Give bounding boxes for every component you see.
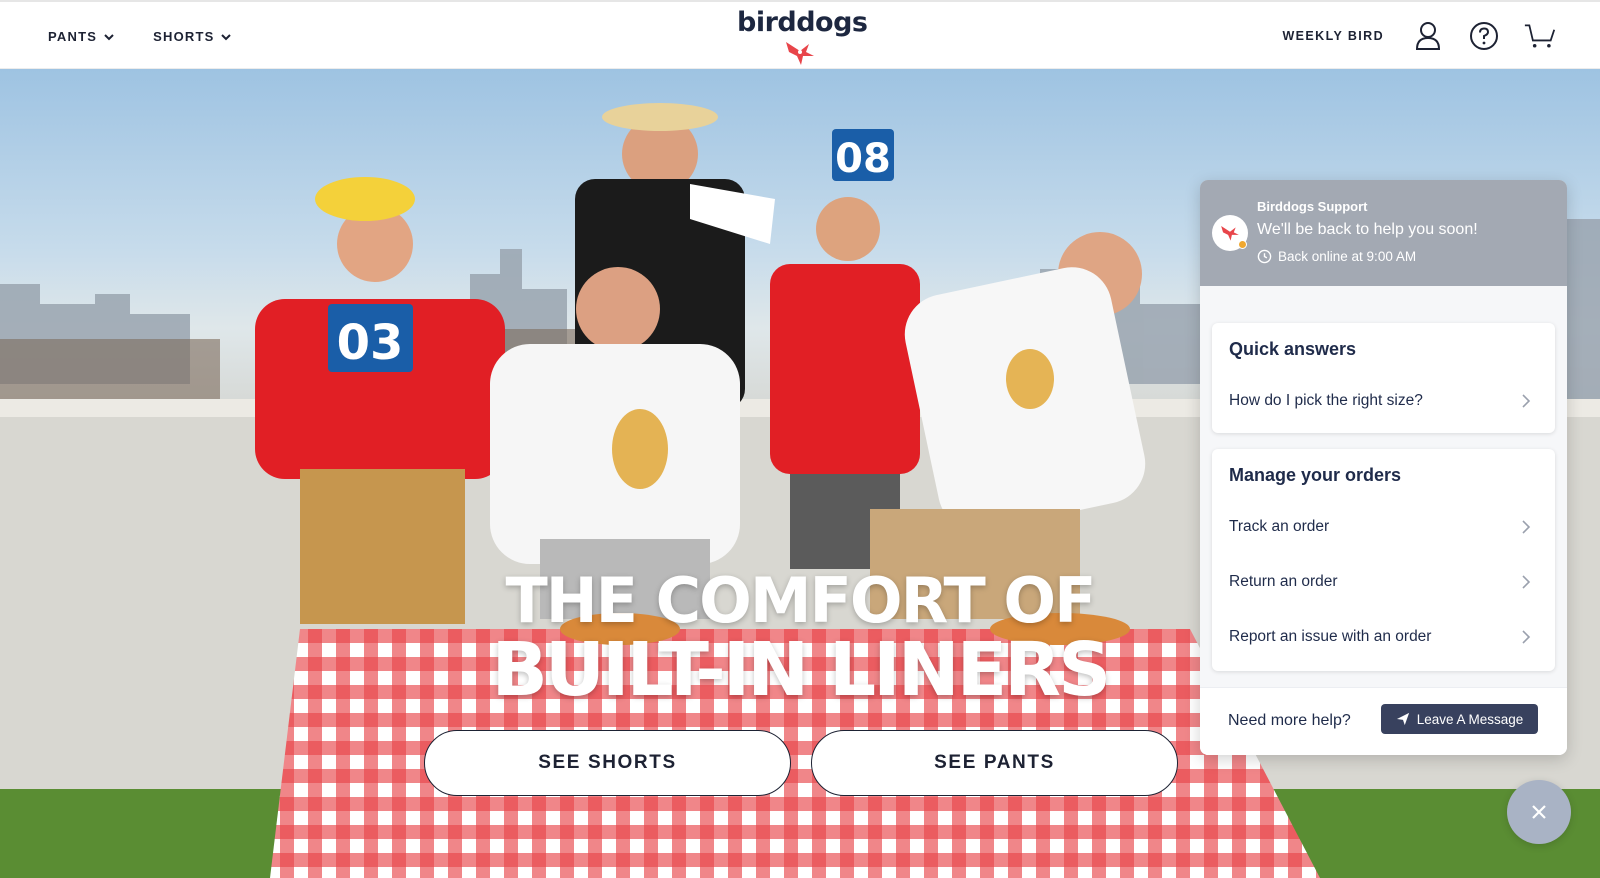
nav-shorts[interactable]: SHORTS <box>153 29 232 44</box>
help-icon[interactable] <box>1468 20 1500 52</box>
send-icon <box>1396 712 1409 726</box>
chevron-right-icon <box>1522 519 1531 534</box>
return-order-item[interactable]: Return an order <box>1212 554 1555 609</box>
close-icon <box>1532 805 1546 819</box>
site-logo[interactable]: birddogs <box>737 7 868 68</box>
support-status: Back online at 9:00 AM <box>1257 249 1416 264</box>
report-issue-item[interactable]: Report an issue with an order <box>1212 609 1555 664</box>
score-card-right: 08 <box>835 136 891 182</box>
utility-nav: WEEKLY BIRD <box>1282 20 1556 52</box>
score-card-left: 03 <box>337 315 404 371</box>
see-shorts-button[interactable]: SEE SHORTS <box>424 730 791 796</box>
close-chat-button[interactable] <box>1507 780 1571 844</box>
chevron-right-icon <box>1522 393 1531 408</box>
avatar <box>1212 215 1248 251</box>
nav-pants-label: PANTS <box>48 29 98 44</box>
support-chat-widget: Birddogs Support We'll be back to help y… <box>1200 180 1567 755</box>
support-status-text: Back online at 9:00 AM <box>1278 249 1417 264</box>
chevron-right-icon <box>1522 629 1531 644</box>
site-header: PANTS SHORTS birddogs WEEKLY BIRD <box>0 0 1600 69</box>
track-order-label: Track an order <box>1229 517 1330 535</box>
chevron-down-icon <box>104 33 114 40</box>
account-icon[interactable] <box>1412 20 1444 52</box>
hero-cta-row: SEE SHORTS SEE PANTS <box>424 730 1178 796</box>
need-help-text: Need more help? <box>1228 712 1351 729</box>
report-issue-label: Report an issue with an order <box>1229 627 1432 645</box>
nav-shorts-label: SHORTS <box>153 29 215 44</box>
chevron-right-icon <box>1522 574 1531 589</box>
manage-orders-title: Manage your orders <box>1229 465 1402 485</box>
clock-icon <box>1257 249 1272 264</box>
widget-header: Birddogs Support We'll be back to help y… <box>1200 180 1567 286</box>
support-message: We'll be back to help you soon! <box>1257 221 1478 238</box>
cart-icon[interactable] <box>1524 20 1556 52</box>
logo-wordmark: birddogs <box>737 7 868 38</box>
manage-orders-card: Manage your orders Track an order Return… <box>1212 449 1555 671</box>
support-name: Birddogs Support <box>1257 199 1368 214</box>
bird-logo-icon <box>786 42 814 65</box>
quick-answers-card: Quick answers How do I pick the right si… <box>1212 323 1555 433</box>
primary-nav: PANTS SHORTS <box>48 29 232 44</box>
track-order-item[interactable]: Track an order <box>1212 499 1555 554</box>
widget-footer: Need more help? Leave A Message <box>1200 687 1567 755</box>
quick-answer-label: How do I pick the right size? <box>1229 391 1423 409</box>
see-pants-button[interactable]: SEE PANTS <box>811 730 1178 796</box>
nav-pants[interactable]: PANTS <box>48 29 115 44</box>
chevron-down-icon <box>221 33 232 40</box>
leave-message-label: Leave A Message <box>1416 711 1524 727</box>
status-dot <box>1238 240 1247 249</box>
return-order-label: Return an order <box>1229 572 1338 590</box>
weekly-bird-link[interactable]: WEEKLY BIRD <box>1282 29 1384 43</box>
quick-answers-title: Quick answers <box>1229 339 1357 359</box>
quick-answer-item[interactable]: How do I pick the right size? <box>1212 373 1555 428</box>
leave-message-button[interactable]: Leave A Message <box>1381 704 1538 734</box>
